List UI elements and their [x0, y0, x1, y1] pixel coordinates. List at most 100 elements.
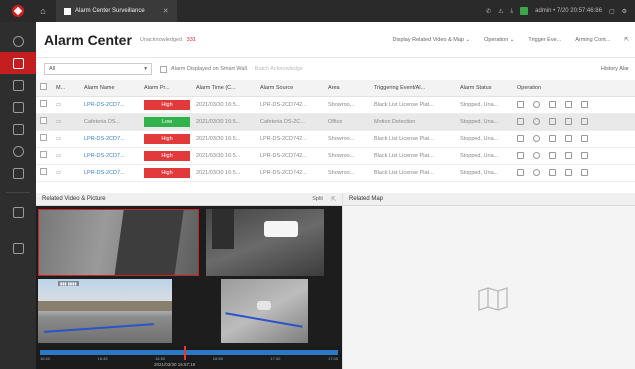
row-mark-cell[interactable]: ▭: [52, 96, 80, 114]
timeline-marker[interactable]: [184, 346, 186, 360]
smartwall-checkbox[interactable]: [160, 65, 167, 73]
col-alarm-time[interactable]: Alarm Time (C...: [192, 80, 256, 97]
row-mark-cell[interactable]: ▭: [52, 113, 80, 131]
split-button[interactable]: Split: [312, 196, 323, 202]
operation-button[interactable]: Operation ⌄: [484, 37, 514, 43]
window-icon[interactable]: ▢: [609, 8, 615, 15]
display-wall-icon[interactable]: [549, 135, 556, 142]
trigger-event-button[interactable]: Trigger Eve...: [528, 37, 561, 43]
smartwall-filter[interactable]: Alarm Displayed on Smart Wall: [160, 65, 247, 73]
display-related-button[interactable]: Display Related Video & Map ⌄: [393, 37, 471, 43]
sidebar-item-chart[interactable]: [0, 162, 36, 184]
display-wall-icon[interactable]: [549, 118, 556, 125]
live-view-icon[interactable]: [533, 101, 540, 108]
comment-icon[interactable]: ▭: [56, 102, 61, 108]
col-area[interactable]: Area: [324, 80, 370, 97]
table-row[interactable]: ▭ LPR-DS-2CD7... High 2021/03/30 16:5... LPR…: [36, 147, 635, 165]
settings-icon[interactable]: ⚙: [622, 8, 627, 15]
live-view-icon[interactable]: [533, 135, 540, 142]
table-row[interactable]: ▭ LPR-DS-2CD7... High 2021/03/30 16:5... LPR…: [36, 96, 635, 114]
sidebar-item-alarm[interactable]: [0, 52, 36, 74]
table-row[interactable]: ▭ Cafeteria DS... Low 2021/03/30 16:5... Caf…: [36, 113, 635, 131]
display-wall-icon[interactable]: [549, 101, 556, 108]
col-mark[interactable]: M...: [52, 80, 80, 97]
acknowledge-icon[interactable]: [517, 152, 524, 159]
popout-icon[interactable]: ⇱: [331, 196, 336, 203]
more-icon[interactable]: [581, 152, 588, 159]
sidebar-item-person[interactable]: [0, 140, 36, 162]
video-window-1[interactable]: [38, 209, 199, 276]
alarm-filter-select[interactable]: All ▾: [44, 63, 152, 75]
select-all-checkbox[interactable]: [40, 83, 47, 91]
display-wall-icon[interactable]: [549, 169, 556, 176]
row-mark-cell[interactable]: ▭: [52, 147, 80, 165]
acknowledge-icon[interactable]: [517, 169, 524, 176]
more-icon[interactable]: [581, 101, 588, 108]
email-icon[interactable]: [565, 118, 572, 125]
sidebar-item-display[interactable]: [0, 118, 36, 140]
email-icon[interactable]: [565, 169, 572, 176]
acknowledge-icon[interactable]: [517, 101, 524, 108]
comment-icon[interactable]: ▭: [56, 119, 61, 125]
video-window-2[interactable]: [206, 209, 324, 276]
more-icon[interactable]: [581, 135, 588, 142]
comment-icon[interactable]: ▭: [56, 170, 61, 176]
row-select-cell[interactable]: [36, 96, 52, 114]
email-icon[interactable]: [565, 135, 572, 142]
status-icon[interactable]: [520, 7, 529, 15]
row-mark-cell[interactable]: ▭: [52, 164, 80, 182]
history-alarm-button[interactable]: History Alar: [601, 66, 635, 72]
row-alarm-name[interactable]: LPR-DS-2CD7...: [80, 130, 140, 148]
row-alarm-name[interactable]: LPR-DS-2CD7...: [80, 147, 140, 165]
email-icon[interactable]: [565, 101, 572, 108]
home-icon[interactable]: ⌂: [36, 6, 50, 16]
live-view-icon[interactable]: [533, 118, 540, 125]
download-icon[interactable]: ⤓: [510, 8, 513, 15]
col-alarm-source[interactable]: Alarm Source: [256, 80, 324, 97]
close-icon[interactable]: ✕: [163, 7, 169, 15]
row-mark-cell[interactable]: ▭: [52, 130, 80, 148]
timeline-bar[interactable]: [40, 350, 338, 355]
comment-icon[interactable]: ▭: [56, 153, 61, 159]
sidebar-item-layout[interactable]: [0, 201, 36, 223]
live-view-icon[interactable]: [533, 152, 540, 159]
table-row[interactable]: ▭ LPR-DS-2CD7... High 2021/03/30 16:5... LPR…: [36, 164, 635, 182]
acknowledge-icon[interactable]: [517, 118, 524, 125]
row-alarm-name[interactable]: LPR-DS-2CD7...: [80, 96, 140, 114]
batch-acknowledge-button[interactable]: Batch Acknowledge: [255, 66, 303, 72]
acknowledge-icon[interactable]: [517, 135, 524, 142]
col-alarm-priority[interactable]: Alarm Pr...: [140, 80, 192, 97]
row-checkbox[interactable]: [40, 100, 47, 107]
col-triggering-event[interactable]: Triggering Event/Al...: [370, 80, 456, 97]
more-icon[interactable]: [581, 118, 588, 125]
col-alarm-status[interactable]: Alarm Status: [456, 80, 513, 97]
video-window-4[interactable]: [221, 279, 308, 343]
row-checkbox[interactable]: [40, 168, 47, 175]
sidebar-item-network[interactable]: [0, 74, 36, 96]
phone-icon[interactable]: ✆: [486, 8, 491, 15]
row-select-cell[interactable]: [36, 147, 52, 165]
row-select-cell[interactable]: [36, 113, 52, 131]
unacknowledged-label[interactable]: Unacknowledged 331: [140, 37, 196, 43]
row-checkbox[interactable]: [40, 134, 47, 141]
row-select-cell[interactable]: [36, 130, 52, 148]
expand-button[interactable]: ⇱: [624, 37, 629, 43]
sidebar-item-globe[interactable]: [0, 30, 36, 52]
live-view-icon[interactable]: [533, 169, 540, 176]
comment-icon[interactable]: ▭: [56, 136, 61, 142]
video-window-3[interactable]: ▮▮▮ ▮▮▮▮: [38, 279, 172, 343]
alert-icon[interactable]: ⚠: [498, 8, 503, 15]
col-alarm-name[interactable]: Alarm Name: [80, 80, 140, 97]
row-select-cell[interactable]: [36, 164, 52, 182]
arming-control-button[interactable]: Arming Cont...: [575, 37, 610, 43]
user-info[interactable]: admin • 7/20 20:57:46:86: [535, 8, 602, 14]
sidebar-item-maintenance[interactable]: [0, 237, 36, 259]
row-alarm-name[interactable]: LPR-DS-2CD7...: [80, 164, 140, 182]
more-icon[interactable]: [581, 169, 588, 176]
display-wall-icon[interactable]: [549, 152, 556, 159]
table-row[interactable]: ▭ LPR-DS-2CD7... High 2021/03/30 16:5... LPR…: [36, 130, 635, 148]
sidebar-item-video-wall[interactable]: [0, 96, 36, 118]
col-select[interactable]: [36, 80, 52, 97]
module-tab[interactable]: Alarm Center Surveillance ✕: [56, 0, 177, 22]
row-checkbox[interactable]: [40, 117, 47, 124]
